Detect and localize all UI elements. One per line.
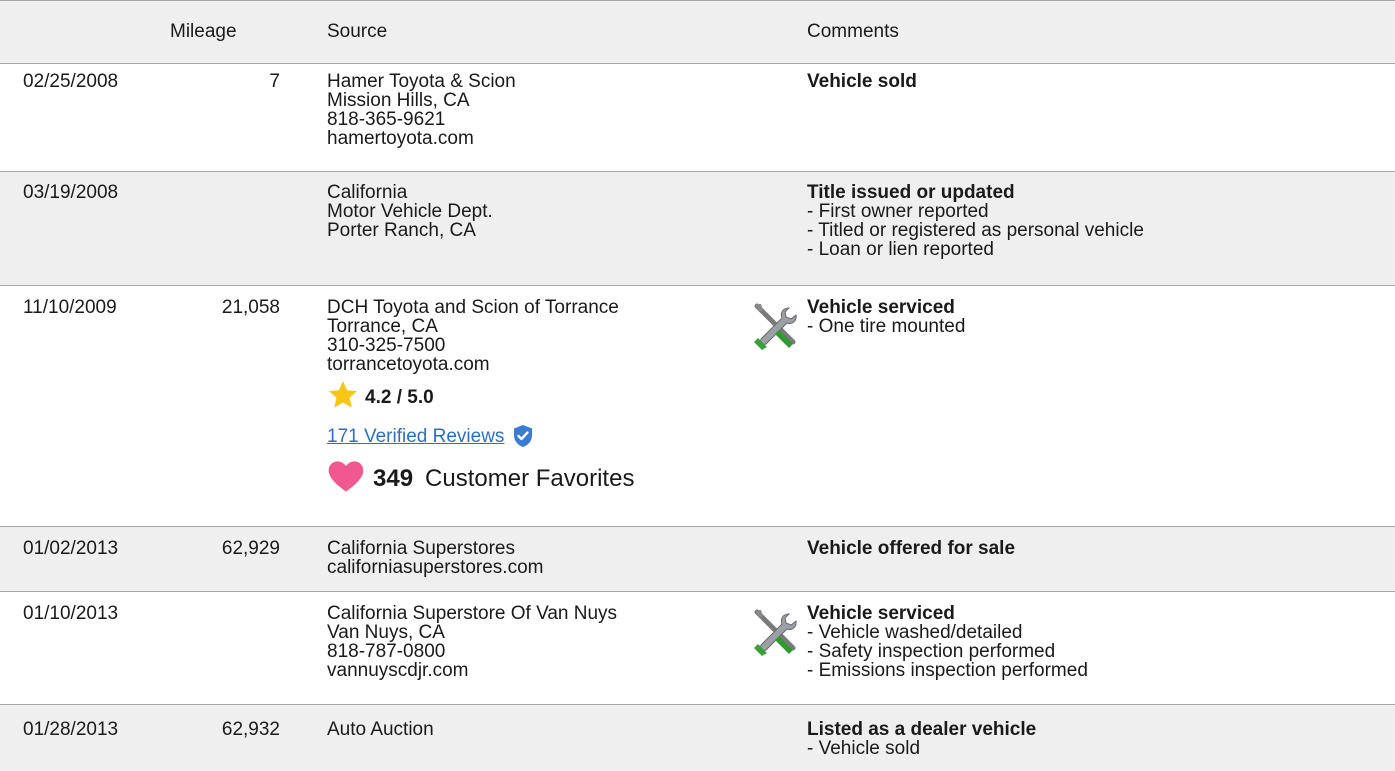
verified-badge-icon [512,424,534,448]
source-website: torrancetoyota.com [327,354,490,375]
source-name: DCH Toyota and Scion of Torrance [327,297,619,318]
column-header-mileage: Mileage [170,21,237,42]
customer-favorites: 349 Customer Favorites [327,458,747,498]
row-mileage: 62,932 [221,719,280,740]
service-wrench-icon [749,606,801,662]
comment-title: Vehicle offered for sale [807,538,1016,559]
source-name: California Superstores [327,538,515,559]
row-date: 11/10/2009 [23,297,117,318]
source-phone: 818-787-0800 [327,641,446,662]
source-name: Auto Auction [327,719,434,740]
favorites-label: Customer Favorites [425,464,635,492]
verified-reviews-link[interactable]: 171 Verified Reviews [327,427,504,446]
row-date: 01/10/2013 [23,603,119,624]
source-location: Torrance, CA [327,316,438,337]
row-date: 01/02/2013 [23,538,119,559]
row-mileage: 21,058 [221,297,280,318]
source-name: California [327,182,408,203]
heart-icon [327,459,365,497]
comment-title: Title issued or updated [807,182,1015,203]
row-source: California Superstores californiasuperst… [327,539,747,577]
source-website: californiasuperstores.com [327,557,544,578]
row-comments: Vehicle offered for sale [807,539,1377,558]
comment-item: - Emissions inspection performed [807,660,1088,681]
source-location: Van Nuys, CA [327,622,445,643]
source-location: Porter Ranch, CA [327,220,476,241]
column-header-comments: Comments [807,21,899,42]
star-icon [327,379,359,415]
table-row: 02/25/2008 7 Hamer Toyota & Scion Missio… [0,64,1395,172]
comment-title: Listed as a dealer vehicle [807,719,1037,740]
table-row: 03/19/2008 California Motor Vehicle Dept… [0,172,1395,286]
favorites-count: 349 [373,464,414,492]
comment-item: - Vehicle sold [807,738,921,759]
row-mileage: 7 [269,71,280,92]
column-header-source: Source [327,21,388,42]
comment-item: - Loan or lien reported [807,239,994,260]
row-date: 03/19/2008 [23,182,119,203]
source-dept: Motor Vehicle Dept. [327,201,493,222]
row-date: 01/28/2013 [23,719,119,740]
row-date: 02/25/2008 [23,71,119,92]
comment-item: - Vehicle washed/detailed [807,622,1023,643]
comment-item: - Safety inspection performed [807,641,1056,662]
comment-title: Vehicle serviced [807,297,955,318]
row-source: Auto Auction [327,720,747,739]
row-comments: Vehicle sold [807,72,1377,91]
comment-title: Vehicle serviced [807,603,955,624]
reviews: 171 Verified Reviews [327,422,747,450]
source-phone: 310-325-7500 [327,335,446,356]
row-comments: Listed as a dealer vehicle - Vehicle sol… [807,720,1377,758]
row-comments: Title issued or updated - First owner re… [807,183,1377,259]
rating-value: 4.2 / 5.0 [365,386,434,408]
table-row: 11/10/2009 21,058 DCH Toyota and Scion o… [0,286,1395,527]
row-source: California Superstore Of Van Nuys Van Nu… [327,604,747,680]
source-location: Mission Hills, CA [327,90,470,111]
row-source: DCH Toyota and Scion of Torrance Torranc… [327,298,747,498]
row-comments: Vehicle serviced - One tire mounted [754,297,1377,350]
table-row: 01/02/2013 62,929 California Superstores… [0,527,1395,592]
comment-item: - One tire mounted [807,316,966,337]
service-wrench-icon [749,300,801,356]
comment-item: - First owner reported [807,201,989,222]
row-comments: Vehicle serviced - Vehicle washed/detail… [754,603,1377,681]
table-row: 01/28/2013 62,932 Auto Auction Listed as… [0,705,1395,771]
row-source: Hamer Toyota & Scion Mission Hills, CA 8… [327,72,747,148]
row-mileage: 62,929 [221,538,280,559]
source-phone: 818-365-9621 [327,109,446,130]
table-row: 01/10/2013 California Superstore Of Van … [0,592,1395,705]
source-website: vannuyscdjr.com [327,660,469,681]
source-name: California Superstore Of Van Nuys [327,603,618,624]
row-source: California Motor Vehicle Dept. Porter Ra… [327,183,747,240]
source-name: Hamer Toyota & Scion [327,71,516,92]
source-website: hamertoyota.com [327,128,474,149]
comment-title: Vehicle sold [807,71,917,92]
dealer-rating: 4.2 / 5.0 [327,380,747,414]
comment-item: - Titled or registered as personal vehic… [807,220,1144,241]
table-header: Mileage Source Comments [0,0,1395,64]
